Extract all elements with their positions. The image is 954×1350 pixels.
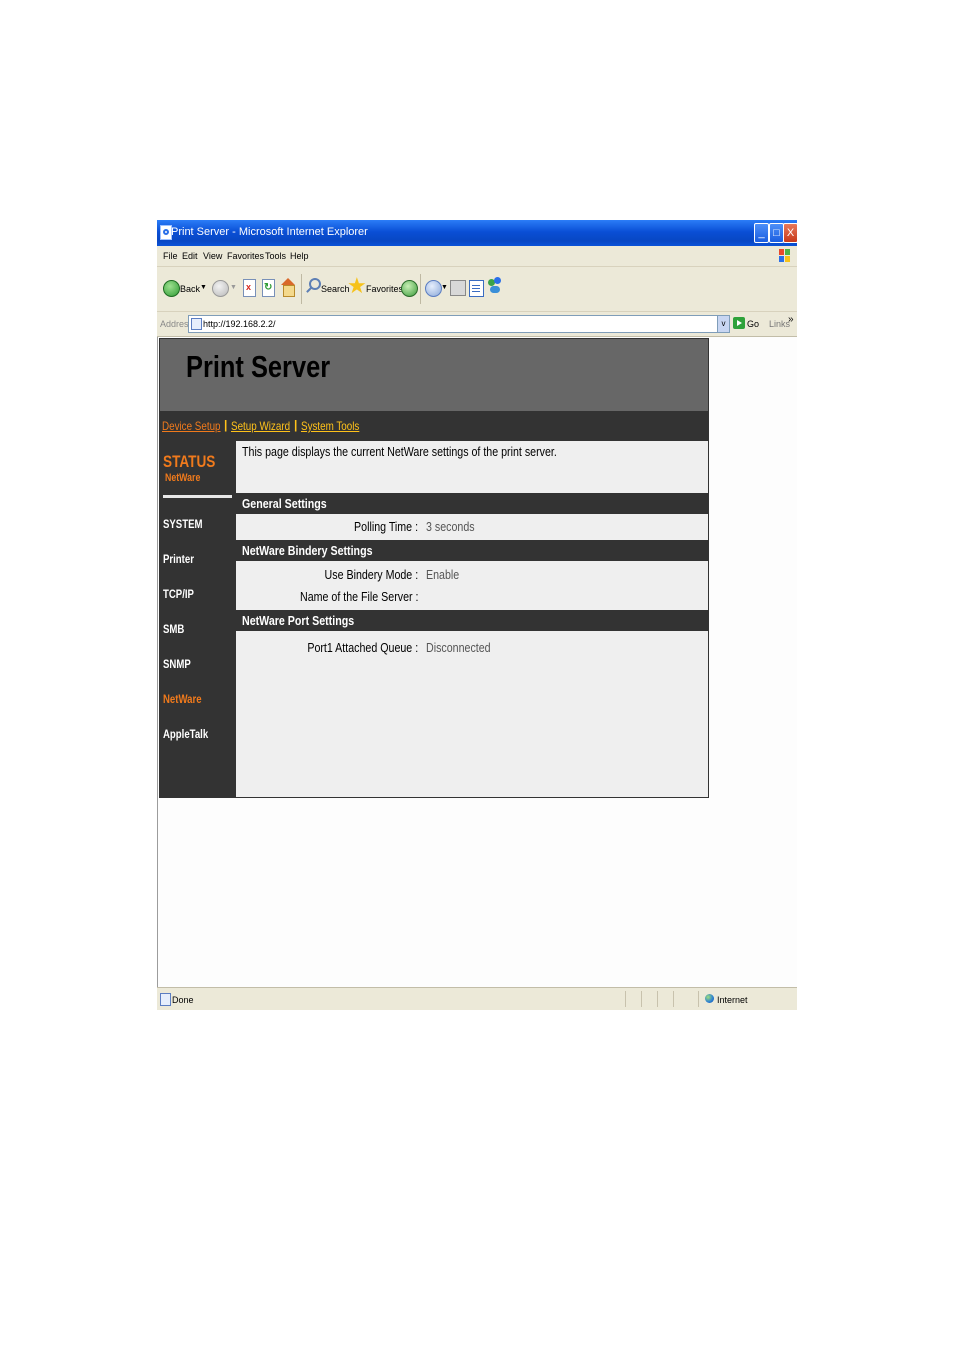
status-separator (657, 991, 658, 1007)
mail-dropdown-icon[interactable]: ▼ (441, 284, 448, 291)
back-button-label[interactable]: Back (180, 284, 200, 294)
section-header-port: NetWare Port Settings (236, 610, 708, 631)
window-title: Print Server - Microsoft Internet Explor… (171, 226, 368, 238)
back-arrow-icon[interactable] (163, 280, 180, 297)
menu-edit[interactable]: Edit (182, 251, 198, 261)
page-icon (191, 318, 202, 330)
sidebar-item-system[interactable]: SYSTEM (163, 517, 202, 531)
sidebar: STATUS NetWare SYSTEM Printer TCP/IP SMB… (160, 441, 236, 797)
status-separator (673, 991, 674, 1007)
section-title: NetWare Port Settings (242, 613, 355, 628)
menu-view[interactable]: View (203, 251, 222, 261)
status-separator (641, 991, 642, 1007)
section-header-bindery: NetWare Bindery Settings (236, 540, 708, 561)
nav-link-system-tools[interactable]: System Tools (301, 419, 359, 433)
toolbar-separator (420, 274, 421, 304)
sidebar-section-subtitle: NetWare (165, 472, 201, 484)
favorites-star-icon[interactable]: ★ (347, 273, 367, 299)
main-content: This page displays the current NetWare s… (236, 441, 708, 797)
sidebar-item-smb[interactable]: SMB (163, 622, 184, 636)
status-text: Done (172, 995, 194, 1005)
browser-window: Print Server - Microsoft Internet Explor… (157, 220, 797, 1010)
favorites-button-label[interactable]: Favorites (366, 284, 403, 294)
sidebar-item-snmp[interactable]: SNMP (163, 657, 191, 671)
bindery-mode-value: Enable (426, 567, 460, 582)
go-button-label[interactable]: Go (747, 319, 759, 329)
section-header-general: General Settings (236, 493, 708, 514)
status-bar: Done Internet (157, 987, 797, 1010)
mail-icon[interactable] (425, 280, 442, 297)
polling-time-value: 3 seconds (426, 519, 475, 534)
nav-link-device-setup[interactable]: Device Setup (162, 419, 221, 433)
search-button-label[interactable]: Search (321, 284, 350, 294)
menu-favorites[interactable]: Favorites (227, 251, 264, 261)
sidebar-section-title: STATUS (163, 452, 216, 471)
polling-time-label: Polling Time : (354, 519, 418, 534)
print-icon[interactable] (450, 280, 466, 296)
file-server-label: Name of the File Server : (299, 589, 418, 604)
page-viewport: Print Server Device Setup | Setup Wizard… (157, 337, 797, 987)
back-dropdown-icon[interactable]: ▼ (200, 284, 207, 291)
page-title: Print Server (186, 349, 331, 384)
messenger-icon[interactable] (488, 277, 504, 295)
home-icon[interactable] (280, 278, 296, 297)
links-label[interactable]: Links (769, 319, 790, 329)
status-separator (698, 991, 699, 1007)
section-title: NetWare Bindery Settings (242, 543, 373, 558)
internet-globe-icon (705, 994, 714, 1003)
nav-separator: | (294, 418, 298, 432)
go-arrow-icon[interactable] (733, 317, 745, 329)
nav-separator: | (224, 418, 228, 432)
sidebar-item-tcpip[interactable]: TCP/IP (163, 587, 194, 601)
port1-queue-value: Disconnected (426, 640, 491, 655)
address-input[interactable]: http://192.168.2.2/ (188, 315, 730, 333)
sidebar-item-netware[interactable]: NetWare (163, 692, 202, 706)
banner: Print Server (160, 339, 708, 411)
stop-icon[interactable]: x (243, 279, 256, 297)
top-nav: Device Setup | Setup Wizard | System Too… (160, 411, 708, 441)
nav-link-setup-wizard[interactable]: Setup Wizard (231, 419, 290, 433)
title-bar: Print Server - Microsoft Internet Explor… (157, 220, 797, 246)
sidebar-item-appletalk[interactable]: AppleTalk (163, 727, 208, 741)
port1-queue-label: Port1 Attached Queue : (307, 640, 418, 655)
menu-help[interactable]: Help (290, 251, 309, 261)
address-url[interactable]: http://192.168.2.2/ (203, 319, 276, 329)
history-icon[interactable] (401, 280, 418, 297)
maximize-button[interactable]: □ (769, 223, 784, 243)
menu-file[interactable]: File (163, 251, 178, 261)
forward-arrow-icon[interactable] (212, 280, 229, 297)
address-dropdown-icon[interactable]: v (717, 315, 730, 333)
search-icon[interactable] (306, 278, 321, 294)
page-done-icon (160, 993, 171, 1006)
toolbar: Back ▼ ▼ x ↻ Search ★ Favorites ▼ (157, 267, 797, 312)
status-separator (625, 991, 626, 1007)
security-zone-text: Internet (717, 995, 748, 1005)
menu-bar: File Edit View Favorites Tools Help (157, 246, 797, 267)
intro-text: This page displays the current NetWare s… (242, 444, 557, 459)
toolbar-separator (301, 274, 302, 304)
sidebar-divider (163, 495, 232, 498)
bindery-mode-label: Use Bindery Mode : (324, 567, 418, 582)
address-bar: Address http://192.168.2.2/ v Go Links » (157, 312, 797, 337)
section-title: General Settings (242, 496, 327, 511)
windows-logo-icon (779, 249, 791, 263)
menu-tools[interactable]: Tools (265, 251, 286, 261)
edit-icon[interactable] (469, 280, 484, 297)
sidebar-item-printer[interactable]: Printer (163, 552, 194, 566)
refresh-icon[interactable]: ↻ (262, 279, 275, 297)
links-chevron-icon[interactable]: » (788, 314, 794, 325)
minimize-button[interactable]: _ (754, 223, 769, 243)
forward-dropdown-icon[interactable]: ▼ (230, 284, 237, 291)
print-server-app: Print Server Device Setup | Setup Wizard… (159, 338, 709, 798)
close-button[interactable]: X (783, 223, 797, 243)
